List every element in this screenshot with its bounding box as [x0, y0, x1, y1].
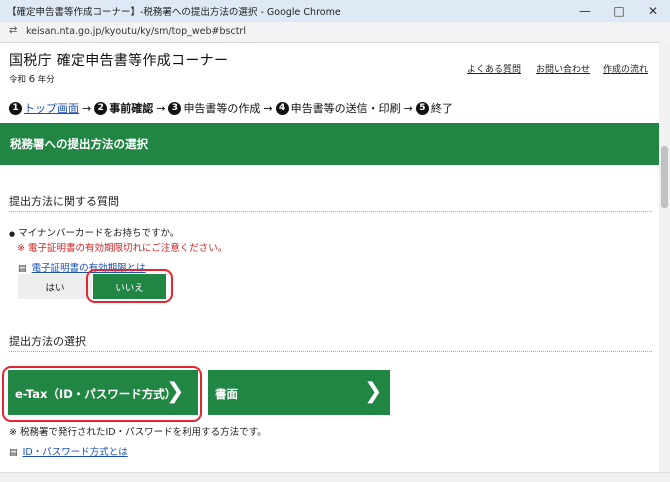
step-4-label: 申告書等の送信・印刷 [290, 102, 401, 115]
document-icon: ▤ [9, 448, 18, 458]
tax-year: 令和 6 年分 [9, 73, 55, 85]
step-5-label: 終了 [430, 102, 453, 115]
method-section-heading: 提出方法の選択 [9, 335, 86, 348]
vertical-scrollbar[interactable] [659, 42, 670, 472]
step-5-number: 5 [415, 101, 429, 115]
year-suffix: 年分 [37, 75, 55, 85]
question-section-heading: 提出方法に関する質問 [9, 195, 119, 208]
step-arrow-icon: → [263, 101, 273, 115]
chevron-right-icon: ❯ [364, 379, 383, 404]
step-3-label: 申告書等の作成 [183, 102, 261, 115]
step-arrow-icon: → [82, 101, 92, 115]
progress-steps: 1 トップ画面 → 2 事前確認 → 3 申告書等の作成 → 4 申告書等の送信… [9, 101, 453, 115]
section-divider [9, 211, 652, 212]
step-4-number: 4 [275, 101, 289, 115]
close-icon[interactable]: ✕ [636, 0, 670, 22]
site-info-icon[interactable]: ⇄ [9, 25, 17, 36]
document-icon: ▤ [18, 264, 27, 274]
year-prefix: 令和 [9, 75, 27, 85]
window-title: 【確定申告書等作成コーナー】-税務署への提出方法の選択 - Google Chr… [7, 7, 341, 18]
page-title: 税務署への提出方法の選択 [10, 137, 148, 151]
paper-button-label: 書面 [215, 387, 238, 401]
step-3-number: 3 [168, 101, 182, 115]
site-title: 国税庁 確定申告書等作成コーナー [9, 53, 229, 69]
year-number: 6 [28, 74, 36, 85]
id-password-link[interactable]: ID・パスワード方式とは [23, 447, 128, 458]
etax-button-highlight [2, 366, 202, 422]
url-text[interactable]: keisan.nta.go.jp/kyoutu/ky/sm/top_web#bs… [26, 26, 246, 37]
scrollbar-thumb[interactable] [661, 146, 668, 208]
step-current: 事前確認 [109, 102, 154, 115]
maximize-icon[interactable]: □ [602, 0, 636, 22]
question-text: ● マイナンバーカードをお持ちですか。 [9, 225, 179, 239]
flow-link[interactable]: 作成の流れ [603, 62, 648, 75]
warning-text: ※ 電子証明書の有効期限切れにご注意ください。 [17, 243, 228, 254]
step-arrow-icon: → [403, 101, 413, 115]
bullet-icon: ● [9, 230, 16, 238]
faq-link[interactable]: よくある質問 [467, 62, 521, 75]
paper-button[interactable]: 書面 ❯ [208, 370, 390, 415]
step-2-number: 2 [94, 101, 108, 115]
no-button-highlight [86, 269, 173, 303]
section-divider [9, 351, 652, 352]
minimize-icon[interactable]: — [568, 0, 602, 22]
etax-note: ※ 税務署で発行されたID・パスワードを利用する方法です。 [9, 427, 267, 438]
step-top-link[interactable]: トップ画面 [24, 100, 79, 116]
question-label: マイナンバーカードをお持ちですか。 [18, 228, 180, 239]
step-arrow-icon: → [156, 101, 166, 115]
contact-link[interactable]: お問い合わせ [536, 62, 590, 75]
yes-button[interactable]: はい [18, 274, 92, 299]
id-password-help: ▤ ID・パスワード方式とは [9, 440, 128, 459]
step-1-number: 1 [9, 101, 22, 115]
